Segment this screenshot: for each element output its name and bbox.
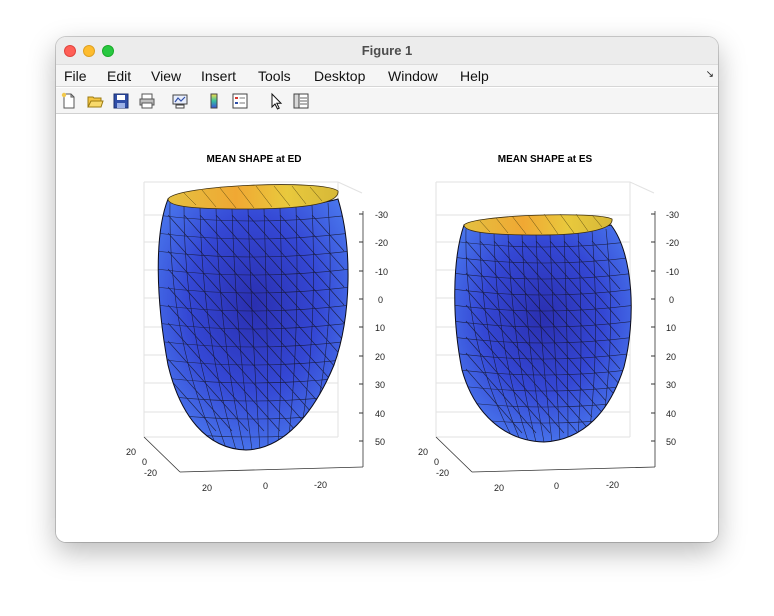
z-tick: 0: [669, 295, 674, 305]
x-tick: -20: [606, 480, 619, 490]
menu-desktop[interactable]: Desktop: [314, 68, 365, 84]
menu-window[interactable]: Window: [388, 68, 438, 84]
insert-colorbar-icon[interactable]: [205, 92, 223, 110]
z-tick: 40: [666, 409, 676, 419]
plot-es: MEAN SHAPE at ES -30 -20 -10 0 10 20 30 …: [418, 154, 679, 493]
figure-toolbar: [56, 88, 718, 114]
y-tick: 20: [126, 447, 136, 457]
insert-legend-icon[interactable]: [231, 92, 249, 110]
property-inspector-icon[interactable]: [292, 92, 310, 110]
plots-svg: MEAN SHAPE at ED -30 -20 -10 0 10 20 30 …: [126, 154, 679, 493]
y-tick: -20: [144, 468, 157, 478]
z-tick: 30: [375, 380, 385, 390]
x-tick: -20: [314, 480, 327, 490]
z-tick: 50: [375, 437, 385, 447]
z-tick: 30: [666, 380, 676, 390]
y-tick: 0: [142, 457, 147, 467]
figure-canvas: MEAN SHAPE at ED -30 -20 -10 0 10 20 30 …: [56, 115, 718, 542]
menu-file[interactable]: File: [64, 68, 87, 84]
menu-tools[interactable]: Tools: [258, 68, 291, 84]
z-tick: -20: [666, 238, 679, 248]
y-tick: 0: [434, 457, 439, 467]
figure-window: Figure 1 File Edit View Insert Tools Des…: [56, 37, 718, 542]
surface-es: [454, 224, 632, 443]
title-bar: Figure 1: [56, 37, 718, 65]
z-tick: -20: [375, 238, 388, 248]
plot-title-es: MEAN SHAPE at ES: [498, 154, 593, 165]
z-tick: -30: [375, 210, 388, 220]
plot-ed: MEAN SHAPE at ED -30 -20 -10 0 10 20 30 …: [126, 154, 388, 493]
z-tick: 40: [375, 409, 385, 419]
link-plot-icon[interactable]: [171, 92, 189, 110]
dock-figure-icon[interactable]: ↘: [706, 69, 714, 80]
menu-view[interactable]: View: [151, 68, 181, 84]
x-tick: 0: [263, 481, 268, 491]
new-figure-icon[interactable]: [60, 92, 78, 110]
z-tick: -30: [666, 210, 679, 220]
y-tick: -20: [436, 468, 449, 478]
floor-ticks-es: 20 0 -20 20 0 -20: [418, 447, 619, 493]
z-tick: 0: [378, 295, 383, 305]
z-tick: 20: [375, 352, 385, 362]
x-tick: 20: [202, 483, 212, 493]
save-icon[interactable]: [112, 92, 130, 110]
floor-ticks-ed: 20 0 -20 20 0 -20: [126, 447, 327, 493]
plot-title-ed: MEAN SHAPE at ED: [206, 154, 301, 165]
menu-bar: File Edit View Insert Tools Desktop Wind…: [56, 65, 718, 87]
z-tick: 10: [375, 323, 385, 333]
edit-plot-icon[interactable]: [267, 92, 285, 110]
rim-ed: [167, 184, 339, 210]
z-tick: 20: [666, 352, 676, 362]
x-tick: 20: [494, 483, 504, 493]
z-tick: 50: [666, 437, 676, 447]
z-tick: -10: [666, 267, 679, 277]
menu-insert[interactable]: Insert: [201, 68, 236, 84]
open-file-icon[interactable]: [86, 92, 104, 110]
menu-edit[interactable]: Edit: [107, 68, 131, 84]
z-tick: 10: [666, 323, 676, 333]
z-tick: -10: [375, 267, 388, 277]
menu-help[interactable]: Help: [460, 68, 489, 84]
rim-es: [463, 214, 613, 236]
window-title: Figure 1: [361, 43, 413, 58]
y-tick: 20: [418, 447, 428, 457]
print-icon[interactable]: [138, 92, 156, 110]
x-tick: 0: [554, 481, 559, 491]
